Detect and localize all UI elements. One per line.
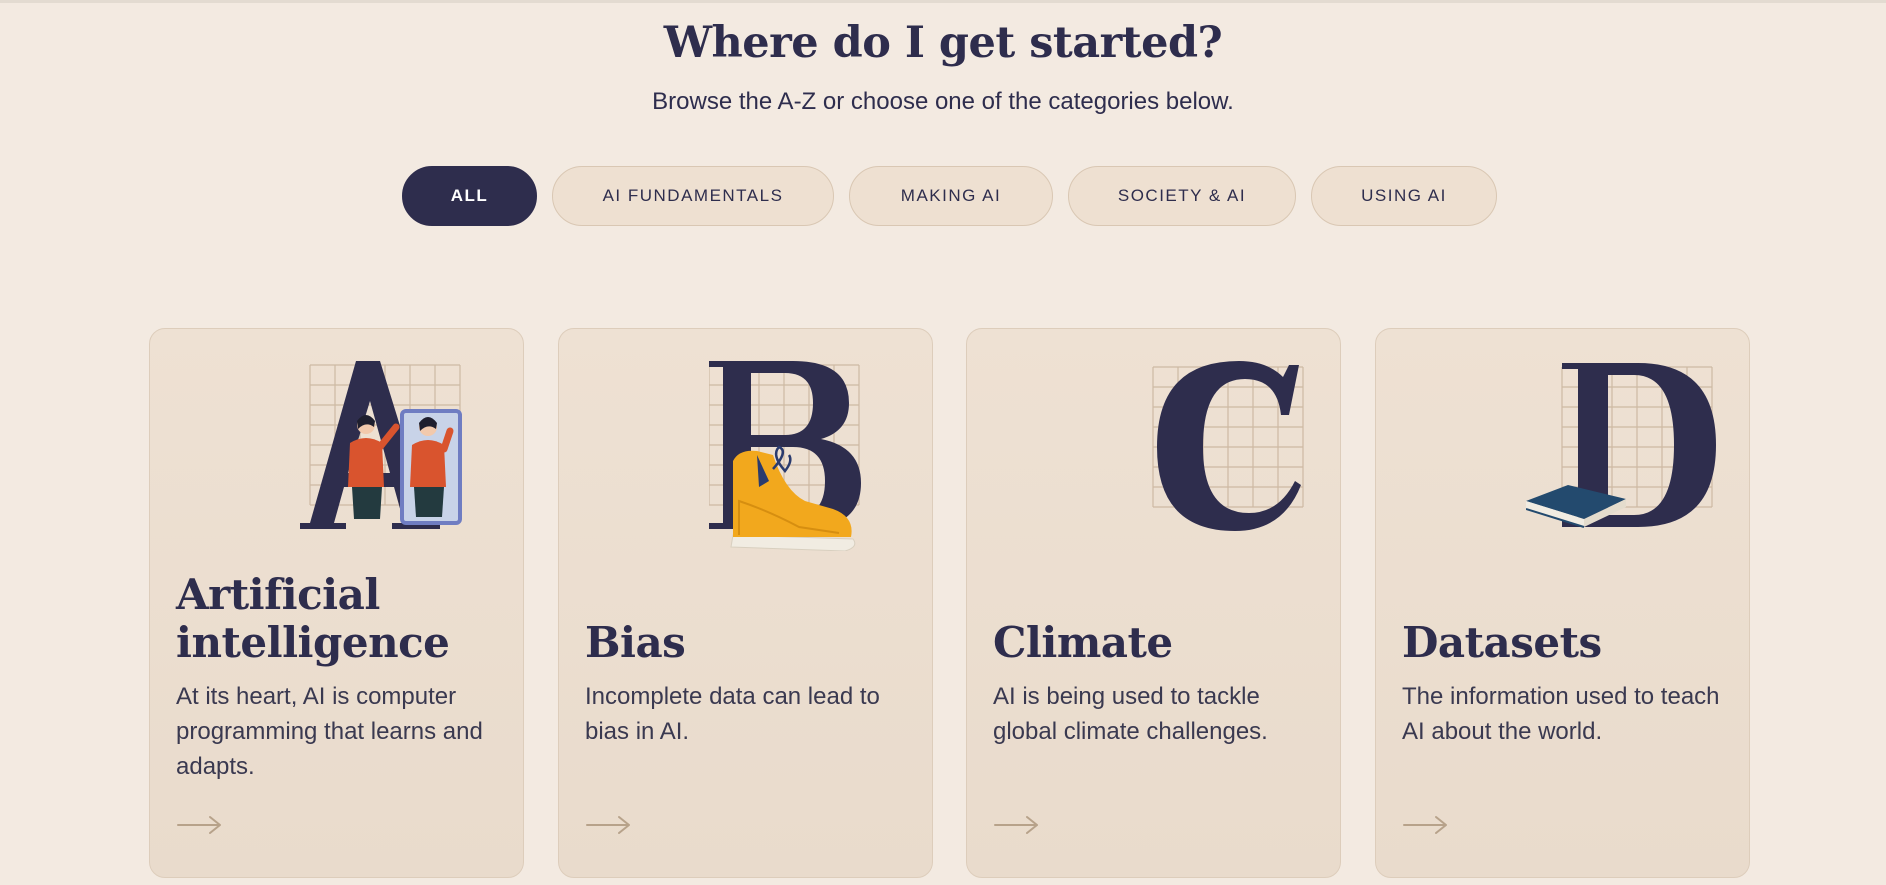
card-description: At its heart, AI is computer programming…	[176, 683, 483, 780]
book-illustration	[1526, 363, 1716, 528]
mirror-icon	[400, 409, 462, 525]
category-filters: ALL AI FUNDAMENTALS MAKING AI SOCIETY & …	[0, 166, 1886, 228]
card-bias[interactable]: Bias Incomplete data can lead to bias in…	[558, 328, 933, 878]
filter-society-ai-button[interactable]: SOCIETY & AI	[1068, 166, 1296, 226]
page-subtitle: Browse the A-Z or choose one of the cate…	[652, 88, 1234, 115]
page-title: Where do I get started?	[663, 18, 1223, 68]
filter-using-ai-button[interactable]: USING AI	[1311, 166, 1497, 226]
sneaker-illustration	[709, 361, 861, 551]
card-description: The information used to teach AI about t…	[1402, 683, 1720, 745]
card-artificial-intelligence[interactable]: Artificial intelligence At its heart, AI…	[149, 328, 524, 878]
card-title: Bias	[585, 618, 686, 667]
card-title-line: intelligence	[176, 618, 450, 667]
filter-all-button[interactable]: ALL	[402, 166, 537, 226]
card-title-line: Artificial	[176, 570, 380, 619]
card-title: Datasets	[1402, 618, 1602, 667]
filter-ai-fundamentals-button[interactable]: AI FUNDAMENTALS	[552, 166, 834, 226]
arrow-right-icon[interactable]	[585, 813, 633, 837]
card-description: Incomplete data can lead to bias in AI.	[585, 683, 880, 745]
card-climate[interactable]: Climate AI is being used to tackle globa…	[966, 328, 1341, 878]
letter-illustration	[1152, 361, 1304, 531]
card-description: AI is being used to tackle global climat…	[993, 683, 1268, 745]
top-divider	[0, 0, 1886, 3]
arrow-right-icon[interactable]	[1402, 813, 1450, 837]
card-datasets[interactable]: Datasets The information used to teach A…	[1375, 328, 1750, 878]
card-title: Climate	[993, 618, 1173, 667]
filter-making-ai-button[interactable]: MAKING AI	[849, 166, 1053, 226]
arrow-right-icon[interactable]	[993, 813, 1041, 837]
card-title: Artificial intelligence	[176, 571, 506, 667]
arrow-right-icon[interactable]	[176, 813, 224, 837]
people-mirror-illustration	[300, 361, 462, 529]
